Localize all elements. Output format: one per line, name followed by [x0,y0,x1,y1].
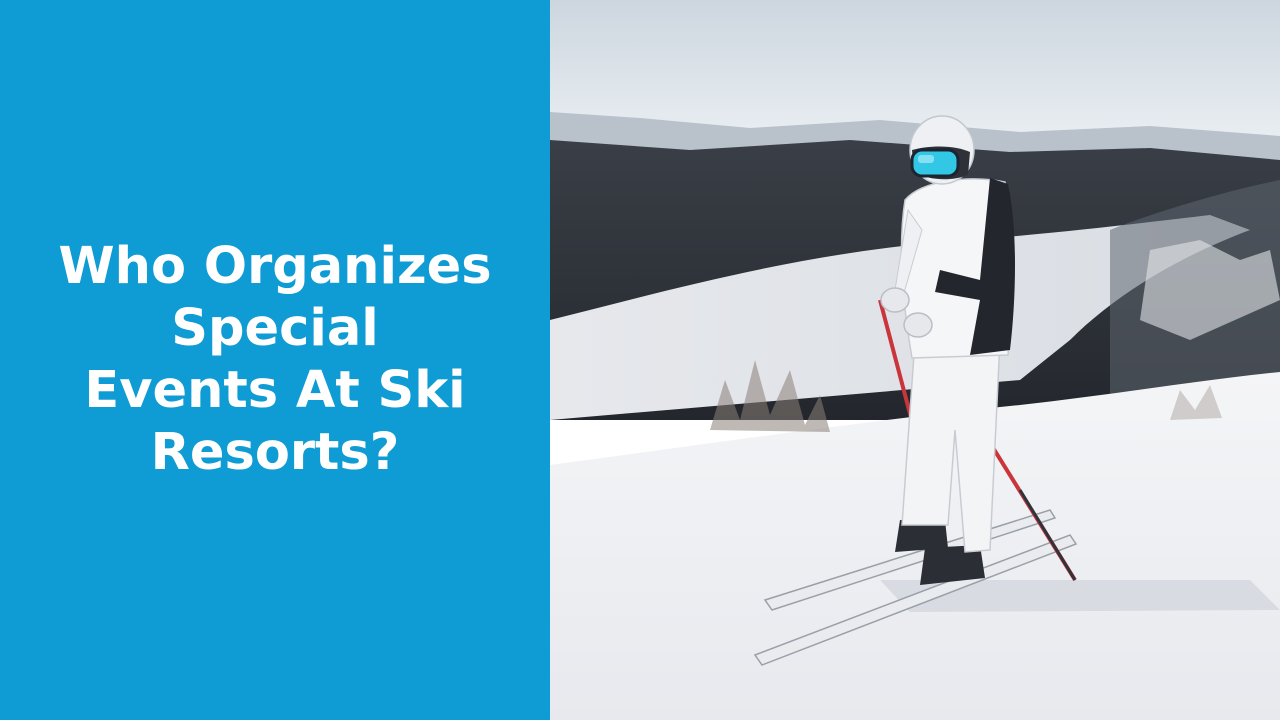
sky [550,0,1280,140]
page-title: Who Organizes Special Events At Ski Reso… [15,236,535,484]
right-glove [903,312,933,338]
title-line-2: Special [171,299,379,358]
skier-photo [550,0,1280,720]
skier-photo-illustration [550,0,1280,720]
left-glove [880,287,910,313]
title-line-3: Events At Ski [84,361,466,420]
title-panel: Who Organizes Special Events At Ski Reso… [0,0,550,720]
title-line-1: Who Organizes [58,237,492,296]
title-line-4: Resorts? [150,423,400,482]
goggles [910,148,960,178]
